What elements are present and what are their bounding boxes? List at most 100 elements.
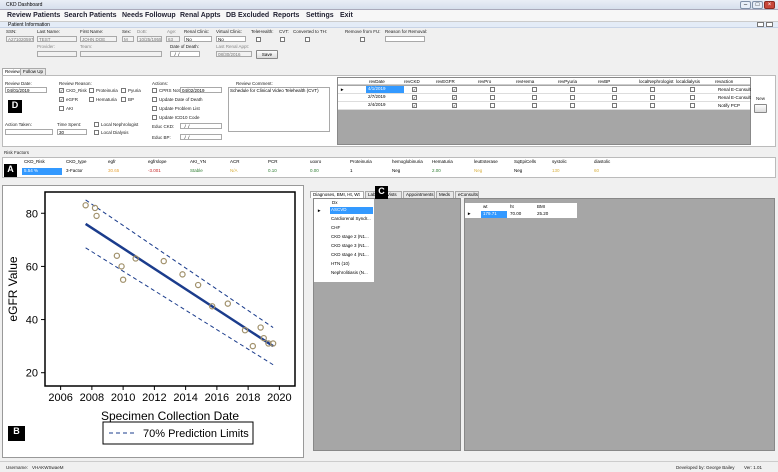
date-of-death-field[interactable]: _/_/____: [170, 51, 200, 57]
popout-icon[interactable]: [766, 22, 773, 27]
bmi-cell-ht[interactable]: 70.00: [508, 211, 534, 218]
dx-item[interactable]: Cardiorenal Syndr...: [330, 216, 373, 223]
menu-renal-appts[interactable]: Renal Appts: [180, 12, 221, 19]
rev-date-cell[interactable]: 2/7/2019: [366, 94, 404, 101]
tab-diagnoses[interactable]: Diagnoses, BMI, Ht, Wt: [310, 191, 364, 198]
pyuria-checkbox[interactable]: [121, 88, 126, 93]
rev-check-cell[interactable]: [570, 87, 575, 92]
dx-item[interactable]: Nephrolitiasis (N...: [330, 270, 373, 277]
converted-checkbox[interactable]: [305, 37, 310, 42]
rev-date-cell[interactable]: 4/1/2019: [366, 86, 404, 93]
dx-item[interactable]: ASCVD: [330, 207, 373, 214]
tab-follow-up[interactable]: Follow Up: [20, 68, 47, 75]
menu-search-patients[interactable]: Search Patients: [64, 12, 117, 19]
rev-col-revHema: revHema: [516, 79, 535, 84]
renal-clinic-select[interactable]: No: [184, 36, 212, 42]
update-problem-checkbox[interactable]: [152, 106, 157, 111]
educ-bp-field[interactable]: _/_/____: [180, 134, 222, 140]
bmi-cell-BMI[interactable]: 25.20: [535, 211, 561, 218]
update-icd-checkbox[interactable]: [152, 115, 157, 120]
dx-item[interactable]: HTN (10): [330, 261, 373, 268]
rev-check-cell[interactable]: [532, 87, 537, 92]
reason-removal-select[interactable]: [385, 36, 425, 42]
rev-check-cell[interactable]: ✓: [412, 87, 417, 92]
last-name-field[interactable]: TEST: [37, 36, 77, 42]
restore-icon[interactable]: [757, 22, 764, 27]
save-button[interactable]: Save: [256, 50, 278, 59]
remove-fu-checkbox[interactable]: [360, 37, 365, 42]
egfr-checkbox[interactable]: ✓: [59, 97, 64, 102]
proteinuria-checkbox[interactable]: [89, 88, 94, 93]
rev-check-cell[interactable]: ✓: [412, 95, 417, 100]
rev-check-cell[interactable]: [570, 103, 575, 108]
last-renal-appt-field[interactable]: 08/30/2016: [216, 51, 252, 57]
rev-check-cell[interactable]: [490, 95, 495, 100]
dx-item[interactable]: CKD stage 2 (N1...: [330, 234, 373, 241]
x-tick-label: 2016: [205, 392, 229, 404]
minimize-button[interactable]: –: [740, 1, 751, 9]
dx-item[interactable]: CHF: [330, 225, 373, 232]
rev-check-cell[interactable]: [612, 95, 617, 100]
rev-date-cell[interactable]: 2/4/2019: [366, 102, 404, 109]
time-spent-select[interactable]: 30: [57, 129, 87, 135]
menu-reports[interactable]: Reports: [273, 12, 299, 19]
tab-appointments[interactable]: Appointments: [403, 191, 435, 198]
close-button[interactable]: ×: [764, 1, 775, 9]
bp-checkbox[interactable]: [121, 97, 126, 102]
rev-check-cell[interactable]: [532, 103, 537, 108]
tab-meds[interactable]: Meds: [436, 191, 454, 198]
dx-item[interactable]: CKD stage 4 (N1...: [330, 252, 373, 259]
ssn-field[interactable]: A271020597: [6, 36, 34, 42]
provider-field[interactable]: [37, 51, 77, 57]
cprs-note-date[interactable]: 04/02/2019: [180, 87, 222, 93]
menu-db-excluded[interactable]: DB Excluded: [226, 12, 269, 19]
maximize-button[interactable]: □: [752, 1, 763, 9]
hematuria-checkbox[interactable]: [89, 97, 94, 102]
bmi-cell-wt[interactable]: 179.71: [481, 211, 507, 218]
rev-check-cell[interactable]: [490, 87, 495, 92]
rev-check-cell[interactable]: [612, 87, 617, 92]
aki-checkbox[interactable]: [59, 106, 64, 111]
telehealth-checkbox[interactable]: [256, 37, 261, 42]
review-comment-field[interactable]: Schedule for Clinical Video Telehealth (…: [228, 87, 330, 132]
menu-review-patients[interactable]: Review Patients: [7, 12, 60, 19]
menu-settings[interactable]: Settings: [306, 12, 334, 19]
rev-check-cell[interactable]: [570, 95, 575, 100]
rev-check-cell[interactable]: ✓: [452, 103, 457, 108]
local-dialysis-checkbox[interactable]: [94, 130, 99, 135]
action-taken-select[interactable]: [5, 129, 53, 135]
virtual-clinic-select[interactable]: No: [216, 36, 246, 42]
menu-exit[interactable]: Exit: [340, 12, 353, 19]
dx-item[interactable]: CKD stage 3 (N1...: [330, 243, 373, 250]
review-date-field[interactable]: 04/01/2019: [5, 87, 47, 93]
rev-check-cell[interactable]: [532, 95, 537, 100]
rev-check-cell[interactable]: [650, 87, 655, 92]
rev-check-cell[interactable]: [690, 103, 695, 108]
rev-check-cell[interactable]: [690, 95, 695, 100]
rev-check-cell[interactable]: [650, 95, 655, 100]
ssn-label: SSN:: [6, 29, 17, 34]
team-field[interactable]: [80, 51, 162, 57]
cprs-note-checkbox[interactable]: [152, 88, 157, 93]
rev-check-cell[interactable]: [490, 103, 495, 108]
cvt-checkbox[interactable]: [280, 37, 285, 42]
first-name-field[interactable]: JOHN DOE: [80, 36, 117, 42]
new-review-button[interactable]: [754, 104, 767, 113]
rev-check-cell[interactable]: [612, 103, 617, 108]
rev-check-cell[interactable]: ✓: [412, 103, 417, 108]
rev-check-cell[interactable]: ✓: [452, 95, 457, 100]
dob-field[interactable]: 10/25/1955: [137, 36, 162, 42]
sex-field[interactable]: M: [122, 36, 134, 42]
rev-check-cell[interactable]: [650, 103, 655, 108]
rev-check-cell[interactable]: [690, 87, 695, 92]
educ-ckd-field[interactable]: _/_/____: [180, 123, 222, 129]
local-nephrologist-checkbox[interactable]: [94, 122, 99, 127]
update-death-checkbox[interactable]: [152, 97, 157, 102]
x-tick-label: 2008: [80, 392, 104, 404]
age-field[interactable]: 63: [166, 36, 180, 42]
menu-needs-followup[interactable]: Needs Followup: [122, 12, 176, 19]
tab-econsults[interactable]: eConsults: [455, 191, 479, 198]
egfr-text: eGFR: [66, 97, 79, 102]
ckd-risk-checkbox[interactable]: ✓: [59, 88, 64, 93]
rev-check-cell[interactable]: ✓: [452, 87, 457, 92]
